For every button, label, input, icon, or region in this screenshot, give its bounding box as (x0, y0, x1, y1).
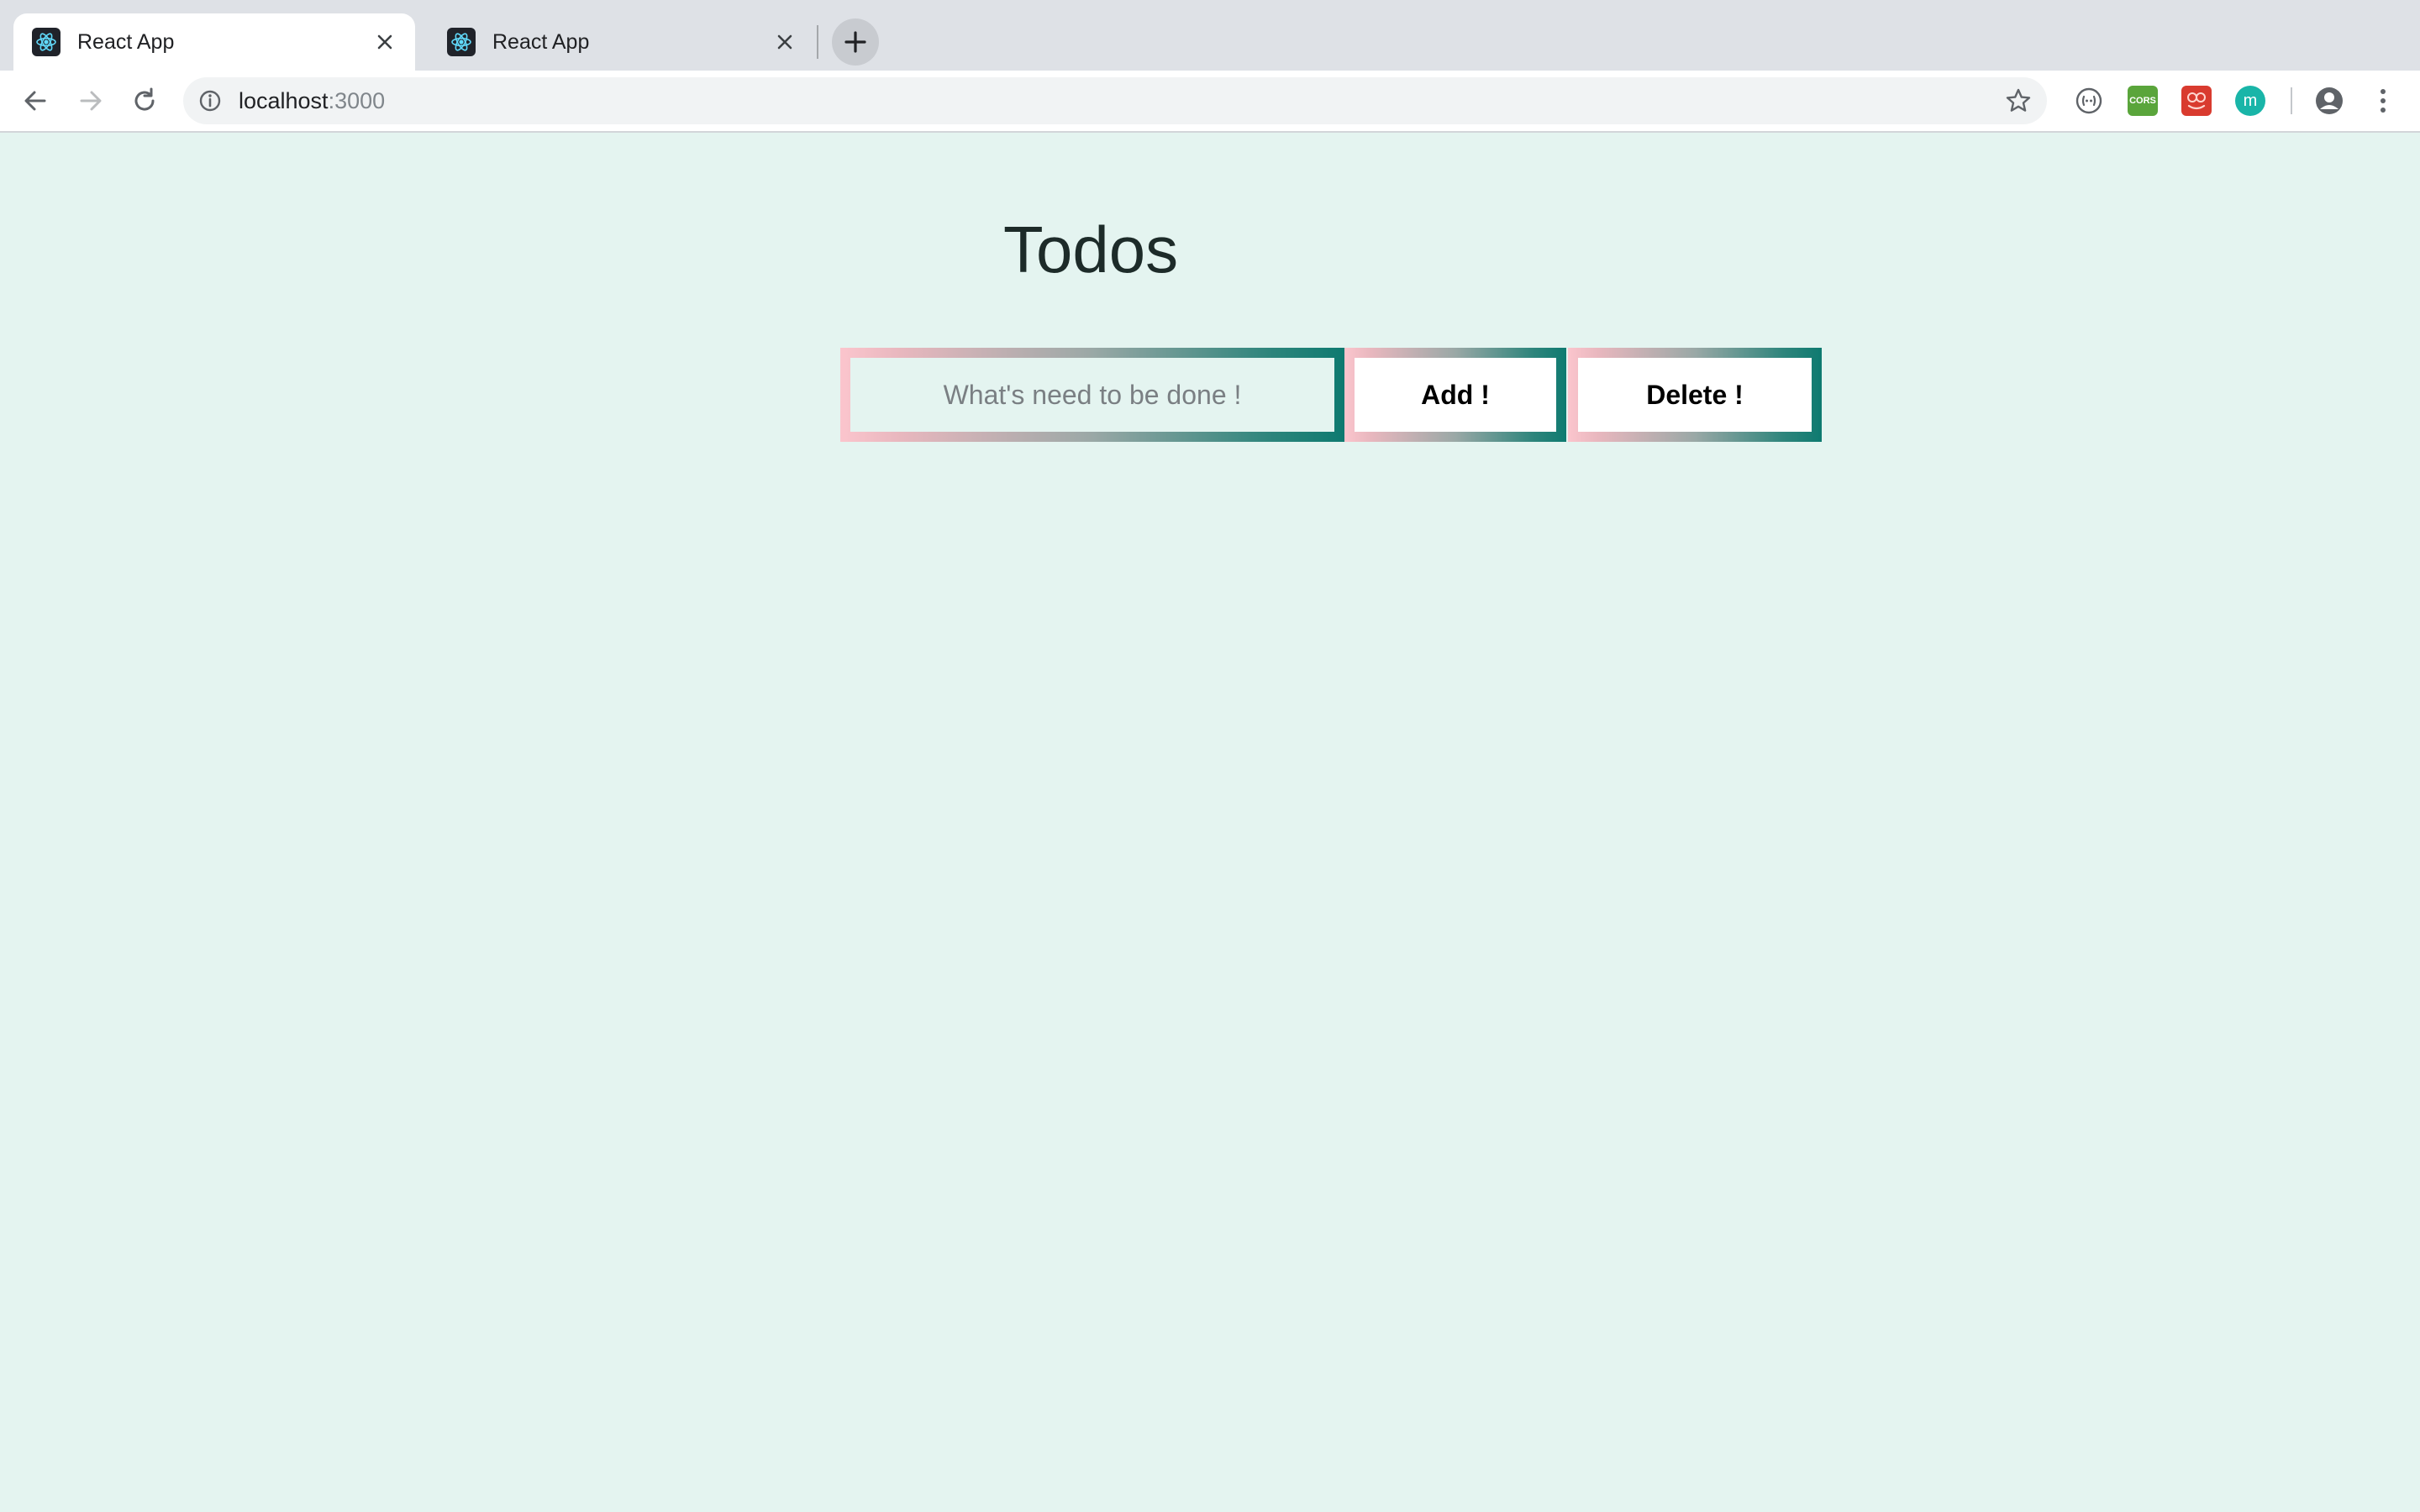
delete-button[interactable]: Delete ! (1578, 358, 1812, 432)
tab-divider (817, 25, 818, 59)
close-icon[interactable] (370, 27, 400, 57)
teal-m-extension-icon[interactable]: m (2235, 86, 2265, 116)
page-content: Todos Add ! Delete ! (0, 133, 2420, 1512)
url-port: :3000 (328, 88, 386, 113)
url-text: localhost:3000 (239, 77, 385, 124)
plus-icon (844, 31, 866, 53)
reload-button[interactable] (126, 82, 163, 119)
todo-input[interactable] (850, 358, 1334, 432)
reload-icon (134, 87, 155, 111)
cors-extension-label: CORS (2129, 96, 2156, 106)
new-tab-button[interactable] (832, 18, 879, 66)
url-host: localhost (239, 88, 329, 113)
tab-react-app-active[interactable]: React App (13, 13, 415, 71)
react-logo-icon (447, 28, 476, 56)
cors-extension-icon[interactable]: CORS (2128, 86, 2158, 116)
star-icon[interactable] (2003, 86, 2033, 116)
browser-toolbar: localhost:3000 (0, 71, 2420, 133)
add-button[interactable]: Add ! (1355, 358, 1556, 432)
arrow-right-icon (80, 91, 102, 111)
close-icon[interactable] (770, 27, 800, 57)
info-icon[interactable] (195, 86, 225, 116)
tab-strip: React App React App (0, 0, 2420, 71)
tab-title: React App (492, 29, 590, 54)
profile-avatar-icon[interactable] (2314, 86, 2344, 116)
react-logo-icon (32, 28, 60, 56)
more-menu-icon[interactable] (2368, 86, 2398, 116)
page-title: Todos (1003, 213, 1179, 286)
arrow-left-icon (24, 91, 46, 111)
add-button-frame: Add ! (1344, 348, 1566, 442)
forward-button[interactable] (72, 82, 109, 119)
ghost-extension-icon[interactable] (2074, 86, 2104, 116)
toolbar-divider (2291, 87, 2292, 114)
tab-react-app[interactable]: React App (429, 13, 815, 71)
tab-title: React App (77, 29, 175, 54)
red-extension-icon[interactable] (2181, 86, 2212, 116)
delete-button-frame: Delete ! (1568, 348, 1822, 442)
back-button[interactable] (17, 82, 54, 119)
address-bar[interactable]: localhost:3000 (183, 77, 2047, 124)
todo-input-frame (840, 348, 1344, 442)
teal-extension-label: m (2243, 91, 2258, 110)
